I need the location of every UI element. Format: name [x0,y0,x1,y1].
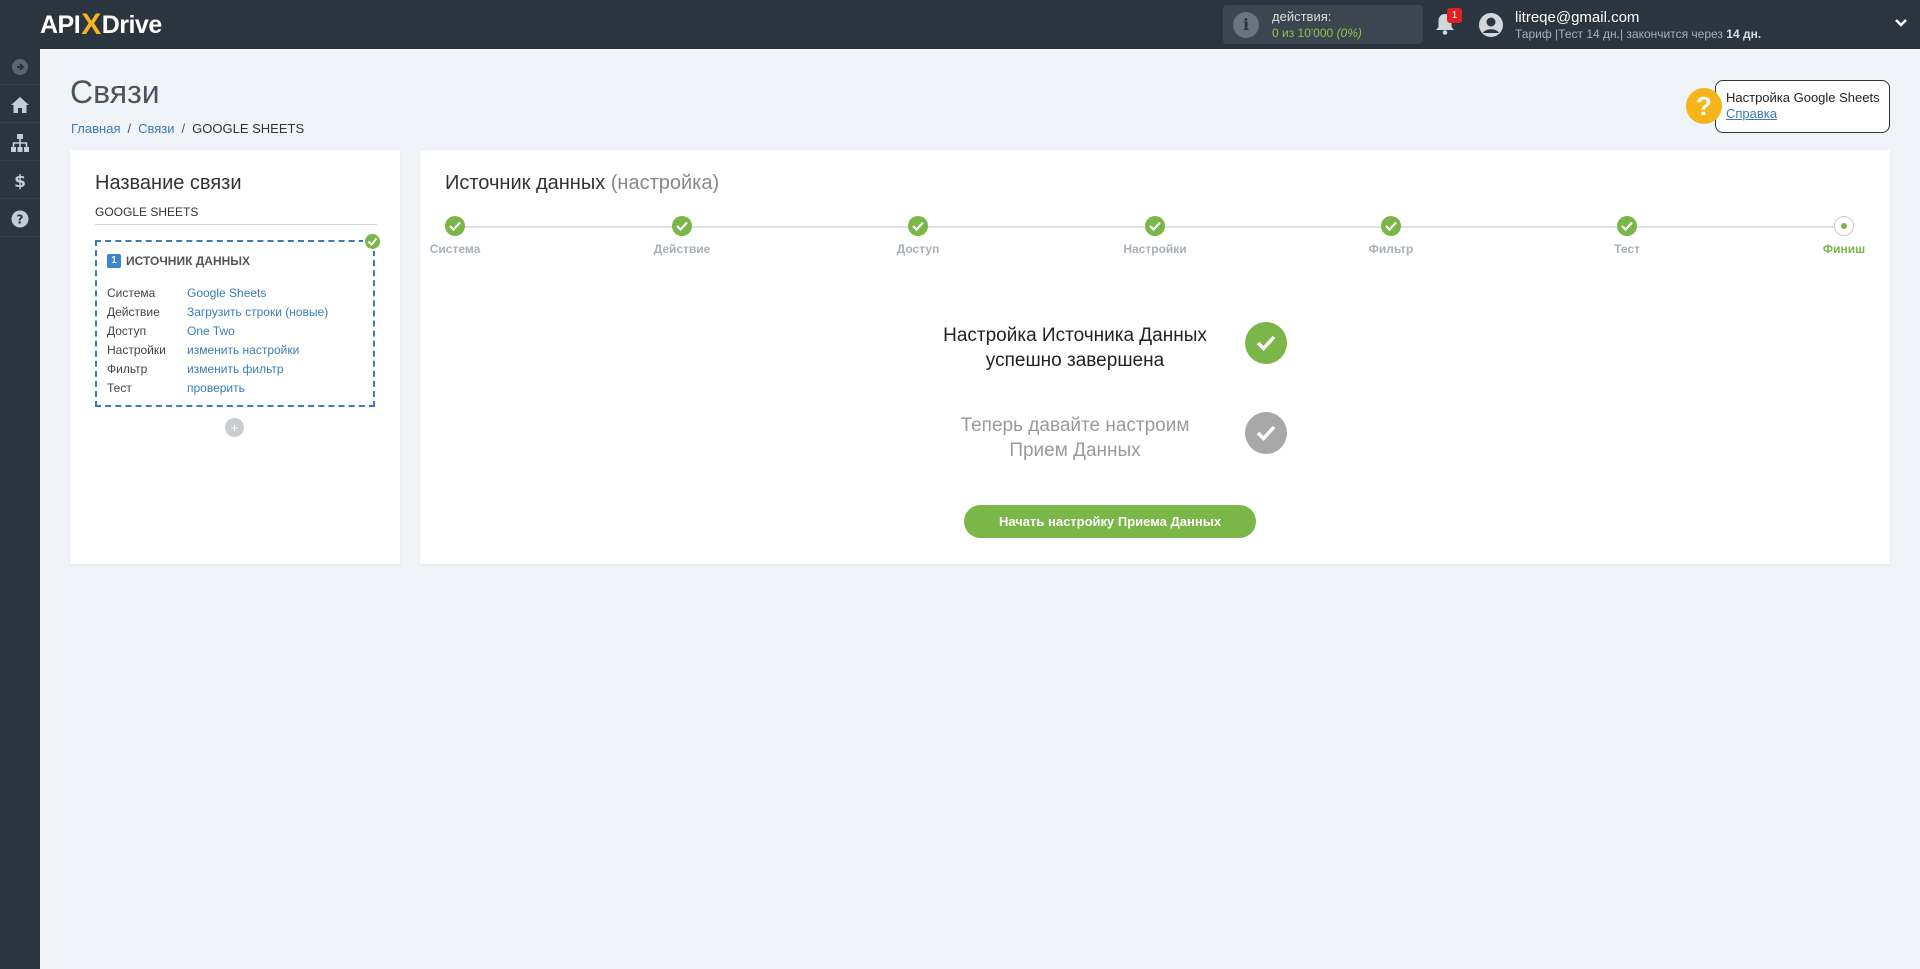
connection-card: Название связи GOOGLE SHEETS 1 ИСТОЧНИК … [70,150,400,564]
sidebar-item-expand[interactable] [0,49,40,85]
step-system[interactable]: Система [395,216,515,256]
apixdrive-logo[interactable]: API X Drive [40,8,163,41]
data-source-rows: Система Google Sheets Действие Загрузить с… [107,284,328,398]
step-finish[interactable]: Финиш [1784,216,1904,256]
source-row-system: Система Google Sheets [107,284,328,303]
svg-text:$: $ [14,172,26,191]
step-done-check-icon [1145,216,1165,236]
step-number-badge: 1 [107,254,121,268]
source-system-link[interactable]: Google Sheets [187,284,266,303]
actions-value: 0 из 10'000 (0%) [1272,26,1362,40]
pending-check-icon [1245,412,1287,454]
svg-text:?: ? [17,212,24,226]
data-source-header: 1 ИСТОЧНИК ДАННЫХ [107,254,250,268]
connection-name-title: Название связи [95,172,242,194]
source-access-link[interactable]: One Two [187,322,235,341]
source-row-filter: Фильтр изменить фильтр [107,360,328,379]
user-email[interactable]: litreqe@gmail.com [1515,9,1639,26]
help-question-icon[interactable]: ? [1686,88,1722,124]
breadcrumb-current: GOOGLE SHEETS [192,121,305,136]
step-done-check-icon [1617,216,1637,236]
source-action-link[interactable]: Загрузить строки (новые) [187,303,328,322]
step-done-check-icon [908,216,928,236]
arrow-right-icon [12,58,28,75]
notification-badge: 1 [1447,8,1462,23]
help-link[interactable]: Справка [1726,106,1879,121]
step-test[interactable]: Тест [1567,216,1687,256]
info-icon: i [1233,12,1259,38]
setup-title: Источник данных (настройка) [445,172,720,194]
chevron-down-icon[interactable] [1894,18,1908,28]
top-bar: API X Drive i действия: 0 из 10'000 (0%) 1… [0,0,1920,49]
step-current-dot-icon [1834,216,1854,236]
setup-complete-message: Настройка Источника Данных успешно завер… [943,325,1207,371]
sidebar-item-home[interactable] [0,87,40,123]
source-settings-link[interactable]: изменить настройки [187,341,299,360]
next-step-message: Теперь давайте настроим Прием Данных [960,415,1190,461]
source-row-access: Доступ One Two [107,322,328,341]
start-destination-setup-button[interactable]: Начать настройку Приема Данных [964,505,1256,538]
step-action[interactable]: Действие [622,216,742,256]
help-title: Настройка Google Sheets [1726,90,1880,105]
source-row-settings: Настройки изменить настройки [107,341,328,360]
user-avatar-icon[interactable] [1478,12,1504,38]
logo-text-api: API [40,10,81,39]
add-step-button[interactable]: + [225,418,244,437]
sidebar-item-help[interactable]: ? [0,201,40,237]
source-row-action: Действие Загрузить строки (новые) [107,303,328,322]
actions-label: действия: [1272,9,1332,24]
logo-text-drive: Drive [101,10,163,39]
data-source-block[interactable]: 1 ИСТОЧНИК ДАННЫХ Система Google Sheets Д… [95,240,375,407]
source-row-test: Тест проверить [107,379,328,398]
breadcrumb-home[interactable]: Главная [71,121,120,136]
step-done-check-icon [445,216,465,236]
sidebar-item-billing[interactable]: $ [0,163,40,199]
step-access[interactable]: Доступ [858,216,978,256]
dollar-icon: $ [14,172,26,191]
user-tariff: Тариф |Тест 14 дн.| закончится через 14 … [1515,27,1762,41]
sidebar: $ ? [0,49,40,969]
connection-name-field[interactable]: GOOGLE SHEETS [95,205,377,225]
home-icon [11,96,29,113]
help-box: Настройка Google Sheets Справка [1715,80,1890,133]
question-icon: ? [11,210,29,227]
source-filter-link[interactable]: изменить фильтр [187,360,284,379]
sitemap-icon [11,133,29,152]
step-done-check-icon [672,216,692,236]
source-done-check-icon [363,232,382,251]
data-source-setup-card: Источник данных (настройка) Система Дейс… [420,150,1890,564]
step-done-check-icon [1381,216,1401,236]
sidebar-item-connections[interactable] [0,125,40,161]
step-filter[interactable]: Фильтр [1331,216,1451,256]
source-test-link[interactable]: проверить [187,379,245,398]
actions-counter[interactable]: i действия: 0 из 10'000 (0%) [1223,5,1423,44]
step-settings[interactable]: Настройки [1095,216,1215,256]
success-check-icon [1245,322,1287,364]
page-title: Связи [70,74,160,110]
breadcrumb-links[interactable]: Связи [138,121,174,136]
breadcrumb: Главная / Связи / GOOGLE SHEETS [71,121,305,136]
logo-text-x: X [81,8,101,41]
